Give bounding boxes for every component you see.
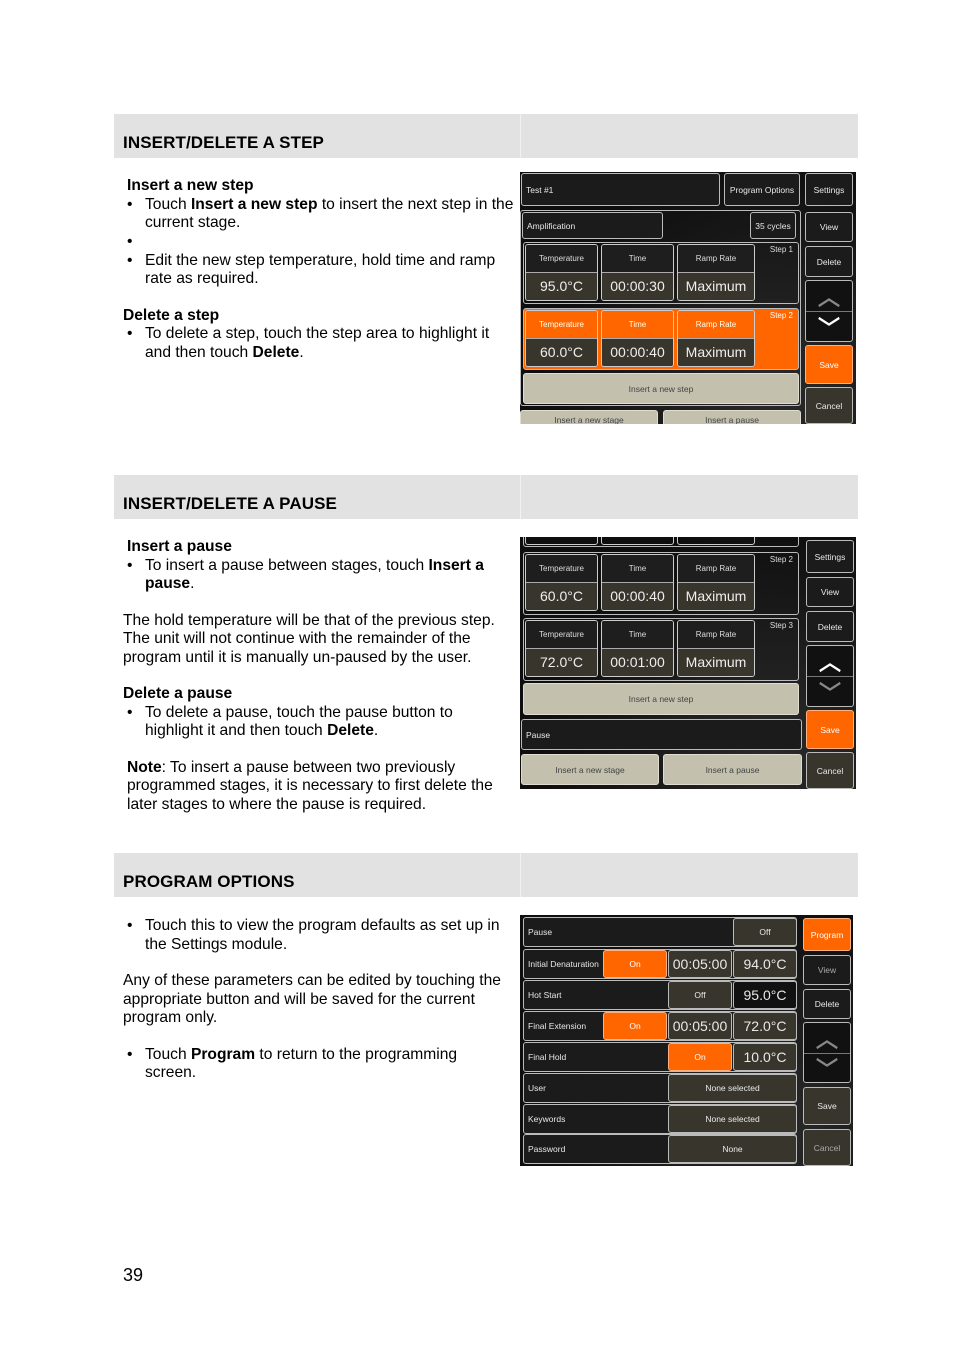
settings-button[interactable]: Settings <box>806 540 854 573</box>
scroll-up-icon[interactable]: ︿ <box>804 1023 850 1053</box>
subheading: Insert a new step <box>127 177 254 194</box>
screenshot-step-editor: Test #1 Program Options Settings Amplifi… <box>520 172 856 424</box>
subheading: Insert a pause <box>127 538 232 555</box>
step-row[interactable] <box>523 537 799 547</box>
cancel-button[interactable]: Cancel <box>806 752 854 789</box>
program-options-button[interactable]: Program Options <box>724 173 800 206</box>
page-number: 39 <box>123 1265 144 1285</box>
time-value[interactable]: 00:00:30 <box>602 272 673 300</box>
section-header: INSERT/DELETE A STEP <box>114 114 858 158</box>
bullet: Touch Program to return to the programmi… <box>123 1046 473 1083</box>
step-label: Step 3 <box>769 621 793 630</box>
section-header: INSERT/DELETE A PAUSE <box>114 475 858 519</box>
insert-new-stage-button[interactable]: Insert a new stage <box>520 410 658 424</box>
section-title: PROGRAM OPTIONS <box>123 872 295 891</box>
bullet: Touch this to view the program defaults … <box>123 917 515 954</box>
screenshot-program-options: Pause Off Initial Denaturation On 00:05:… <box>520 915 853 1166</box>
save-button[interactable]: Save <box>803 1087 851 1125</box>
hot-start-toggle[interactable]: Off <box>668 981 732 1009</box>
temperature-value[interactable]: 60.0°C <box>526 582 597 610</box>
step-label: Step 2 <box>769 311 793 320</box>
time-value[interactable]: 00:01:00 <box>602 648 673 676</box>
insert-pause-button[interactable]: Insert a pause <box>663 754 802 785</box>
final-extension-toggle[interactable]: On <box>603 1012 667 1040</box>
final-hold-toggle[interactable]: On <box>668 1043 732 1071</box>
delete-button[interactable]: Delete <box>803 989 851 1019</box>
save-button[interactable]: Save <box>805 345 853 384</box>
program-title[interactable]: Test #1 <box>521 173 720 206</box>
view-button[interactable]: View <box>806 577 854 607</box>
section-title: INSERT/DELETE A PAUSE <box>123 494 337 513</box>
save-button[interactable]: Save <box>806 710 854 749</box>
cycles-button[interactable]: 35 cycles <box>750 212 796 239</box>
subheading: Delete a step <box>123 306 220 324</box>
view-button[interactable]: View <box>805 212 853 242</box>
hot-start-temp[interactable]: 95.0°C <box>733 981 797 1009</box>
temperature-value[interactable]: 95.0°C <box>526 272 597 300</box>
password-field[interactable]: None <box>668 1135 797 1163</box>
section-text: Insert a new step Touch Insert a new ste… <box>123 177 515 362</box>
temperature-value[interactable]: 60.0°C <box>526 338 597 366</box>
scroll-down-icon[interactable]: ﹀ <box>806 311 852 341</box>
final-extension-time[interactable]: 00:05:00 <box>668 1012 732 1040</box>
delete-button[interactable]: Delete <box>805 246 853 277</box>
bullet: Touch Insert a new step to insert the ne… <box>123 196 515 233</box>
insert-new-step-button[interactable]: Insert a new step <box>523 683 799 715</box>
delete-button[interactable]: Delete <box>806 611 854 642</box>
keywords-select[interactable]: None selected <box>668 1105 797 1133</box>
ramp-value[interactable]: Maximum <box>678 582 754 610</box>
screenshot-pause-editor: Temperature 60.0°C Time 00:00:40 Ramp Rate… <box>520 537 856 789</box>
ramp-value[interactable]: Maximum <box>678 338 754 366</box>
initial-denaturation-toggle[interactable]: On <box>603 950 667 978</box>
cancel-button[interactable]: Cancel <box>803 1129 851 1166</box>
time-value[interactable]: 00:00:40 <box>602 582 673 610</box>
step-row[interactable]: Temperature 60.0°C Time 00:00:40 Ramp Rate… <box>523 552 799 615</box>
ramp-value[interactable]: Maximum <box>678 648 754 676</box>
step-label: Step 2 <box>769 555 793 564</box>
step-row[interactable]: Temperature 95.0°C Time 00:00:30 Ramp Rate… <box>523 242 799 304</box>
section-header: PROGRAM OPTIONS <box>114 853 858 897</box>
time-value[interactable]: 00:00:40 <box>602 338 673 366</box>
pause-bar[interactable]: Pause <box>521 719 802 750</box>
settings-button[interactable]: Settings <box>805 173 853 206</box>
step-row-selected[interactable]: Temperature 60.0°C Time 00:00:40 Ramp Rate… <box>523 308 799 370</box>
view-button[interactable]: View <box>803 955 851 985</box>
paragraph: The hold temperature will be that of the… <box>123 611 495 666</box>
final-extension-temp[interactable]: 72.0°C <box>733 1012 797 1040</box>
pause-toggle[interactable]: Off <box>733 918 797 946</box>
bullet: To delete a step, touch the step area to… <box>123 325 515 362</box>
subheading: Delete a pause <box>123 685 233 702</box>
step-row[interactable]: Temperature 72.0°C Time 00:01:00 Ramp Rate… <box>523 618 799 681</box>
bullet: To insert a pause between stages, touch … <box>123 557 515 594</box>
section-text: Insert a pause To insert a pause between… <box>123 538 515 814</box>
scroll-up-icon[interactable]: ︿ <box>807 646 853 676</box>
section-text: Touch this to view the program defaults … <box>123 917 515 1083</box>
cancel-button[interactable]: Cancel <box>805 387 853 424</box>
scroll-down-icon[interactable]: ﹀ <box>807 676 853 706</box>
scroll-down-icon[interactable]: ﹀ <box>804 1052 850 1083</box>
initial-denaturation-time[interactable]: 00:05:00 <box>668 950 732 978</box>
user-select[interactable]: None selected <box>668 1074 797 1102</box>
bullet: To delete a pause, touch the pause butto… <box>123 704 473 741</box>
stage-name[interactable]: Amplification <box>522 212 663 239</box>
note: Note: To insert a pause between two prev… <box>127 758 493 813</box>
program-button[interactable]: Program <box>803 918 851 951</box>
insert-pause-button[interactable]: Insert a pause <box>663 410 801 424</box>
insert-new-stage-button[interactable]: Insert a new stage <box>521 754 659 785</box>
scroll-up-icon[interactable]: ︿ <box>806 281 852 311</box>
paragraph: Any of these parameters can be edited by… <box>123 972 501 1026</box>
initial-denaturation-temp[interactable]: 94.0°C <box>733 950 797 978</box>
final-hold-temp[interactable]: 10.0°C <box>733 1043 797 1071</box>
bullet: Edit the new step temperature, hold time… <box>123 252 515 289</box>
step-label: Step 1 <box>769 245 793 254</box>
insert-new-step-button[interactable]: Insert a new step <box>523 373 799 404</box>
temperature-value[interactable]: 72.0°C <box>526 648 597 676</box>
section-title: INSERT/DELETE A STEP <box>123 133 324 152</box>
ramp-value[interactable]: Maximum <box>678 272 754 300</box>
